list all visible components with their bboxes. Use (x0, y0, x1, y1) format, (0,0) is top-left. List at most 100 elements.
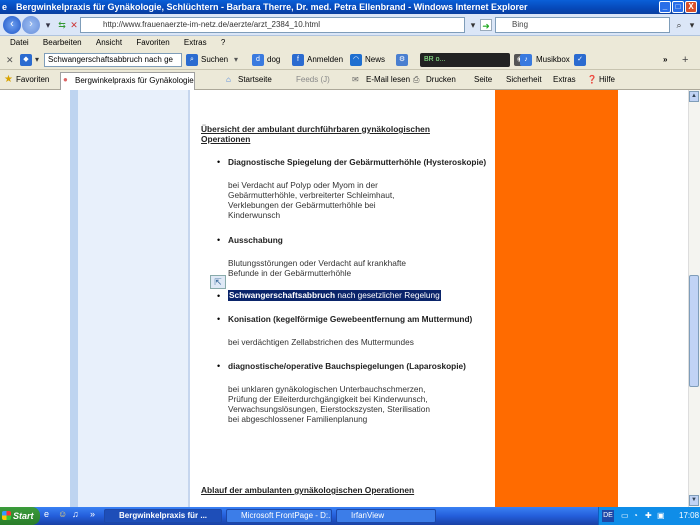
section-heading-line1: Übersicht der ambulant durchführbaren gy… (201, 124, 430, 134)
task-item-frontpage[interactable]: Microsoft FrontPage - D:... (226, 509, 332, 523)
task-item-ie-label: Bergwinkelpraxis für ... (119, 511, 208, 520)
search-toolbar: ✕ ◆ ▾ Schwangerschaftsabbruch nach ge ⌕ … (0, 50, 700, 70)
tray-sound-icon[interactable]: ◔ (633, 507, 638, 525)
anmelden-icon: f (292, 54, 304, 66)
news-button[interactable]: News (365, 50, 385, 70)
quicklaunch-media-icon[interactable]: ♫ (72, 509, 79, 519)
history-dropdown-icon[interactable]: ▾ (42, 19, 54, 31)
scrollbar-thumb[interactable] (689, 275, 699, 387)
suchen-dropdown-icon[interactable]: ▾ (234, 50, 238, 70)
back-button[interactable]: ‹ (3, 16, 21, 34)
toolbar-search-text: Schwangerschaftsabbruch nach ge (48, 55, 173, 64)
radio-player[interactable]: BR o... (420, 53, 510, 67)
favorites-button[interactable]: Favoriten (16, 70, 49, 90)
extra-toolbar-icon[interactable]: ✓ (574, 54, 586, 66)
musikbox-button[interactable]: Musikbox (536, 50, 570, 70)
startseite-button[interactable]: Startseite (238, 70, 272, 90)
item-laparoskopie-desc-1: bei unklaren gynäkologischen Unterbauchs… (228, 384, 426, 394)
settings-icon[interactable]: ⚙ (396, 54, 408, 66)
menu-item-help[interactable]: ? (221, 38, 225, 47)
menu-item-datei[interactable]: Datei (10, 38, 29, 47)
suchen-icon: ⌕ (186, 54, 198, 66)
menu-item-bearbeiten[interactable]: Bearbeiten (43, 38, 82, 47)
window-title-bar[interactable]: Bergwinkelpraxis für Gynäkologie, Schlüc… (0, 0, 700, 14)
sicherheit-button[interactable]: Sicherheit (506, 70, 542, 90)
menu-bar: Datei Bearbeiten Ansicht Favoriten Extra… (0, 36, 700, 50)
item-ausschabung-desc-1: Blutungsstörungen oder Verdacht auf kran… (228, 258, 407, 268)
stop-icon[interactable]: ✕ (68, 19, 80, 31)
compat-view-icon[interactable]: ⇆ (56, 19, 68, 31)
add-toolbar-icon[interactable]: + (682, 50, 688, 70)
feeds-button[interactable]: Feeds (J) (296, 70, 330, 90)
item-hysteroskopie-desc-4: Kinderwunsch (228, 210, 281, 220)
dog-button[interactable]: dog (267, 50, 280, 70)
bullet: • (217, 235, 221, 245)
system-tray: DE ▭ ◔ ✚ ▣ 17:08 (598, 507, 700, 525)
menu-item-favoriten[interactable]: Favoriten (136, 38, 169, 47)
search-placeholder: Bing (512, 20, 529, 29)
toolbar-logo-icon: ◆ (20, 54, 32, 66)
address-toolbar: ‹ › ▾ ⇆ ✕ http://www.frauenaerzte-im-net… (0, 14, 700, 36)
item-laparoskopie-desc-4: bei abgeschlossener Familienplanung (228, 414, 368, 424)
drucken-button[interactable]: Drucken (426, 70, 456, 90)
address-dropdown-icon[interactable]: ▾ (467, 19, 479, 31)
menu-item-extras[interactable]: Extras (184, 38, 207, 47)
accelerator-icon[interactable]: ⇱ (210, 275, 226, 289)
address-bar[interactable]: http://www.frauenaerzte-im-netz.de/aerzt… (80, 17, 465, 33)
left-decor-stripe (70, 90, 78, 507)
item-abbruch-title: Schwangerschaftsabbruch nach gesetzliche… (228, 290, 441, 301)
taskbar: Start e ☺ ♫ » Bergwinkelpraxis für ... M… (0, 507, 700, 525)
task-item-frontpage-label: Microsoft FrontPage - D:... (241, 511, 332, 520)
extras-button[interactable]: Extras (553, 70, 576, 90)
tray-monitor-icon[interactable]: ▣ (657, 507, 665, 525)
item-laparoskopie-title: diagnostische/operative Bauchspiegelunge… (228, 361, 466, 371)
quicklaunch-ie-icon[interactable]: e (44, 509, 49, 519)
go-icon[interactable]: ➜ (480, 19, 492, 31)
task-item-irfanview-label: IrfanView (351, 511, 385, 520)
email-button[interactable]: E-Mail lesen (366, 70, 410, 90)
toolbar-dropdown-icon[interactable]: ▾ (35, 50, 39, 70)
task-item-ie[interactable]: Bergwinkelpraxis für ... (104, 509, 222, 523)
toolbar-overflow-icon[interactable]: » (663, 50, 667, 70)
scroll-up-button[interactable]: ▲ (689, 91, 699, 102)
print-icon: ⎙ (413, 75, 420, 84)
item-ausschabung-desc-2: Befunde in der Gebärmutterhöhle (228, 268, 352, 278)
clock: 17:08 (679, 511, 700, 520)
minimize-button[interactable]: _ (659, 1, 671, 13)
bullet: • (217, 157, 221, 167)
section-heading-line2: Operationen (201, 134, 251, 144)
toolbar-search-input[interactable]: Schwangerschaftsabbruch nach ge (44, 53, 182, 67)
left-navigation-column (78, 90, 188, 507)
favorites-bar: ★ Favoriten Bergwinkelpraxis für Gynäkol… (0, 70, 700, 90)
item-laparoskopie-desc-3: Verwachsungslösungen, Eierstockszysten, … (228, 404, 430, 414)
anmelden-button[interactable]: Anmelden (307, 50, 343, 70)
bullet: • (217, 361, 221, 371)
tab-bergwinkelpraxis[interactable]: Bergwinkelpraxis für Gynäkologie... (60, 72, 195, 90)
item-konisation-desc-1: bei verdächtigen Zellabstrichen des Mutt… (228, 337, 414, 347)
hilfe-button[interactable]: Hilfe (599, 70, 615, 90)
search-options-icon[interactable]: ▾ (686, 19, 698, 31)
quicklaunch-explorer-icon[interactable]: ☺ (58, 509, 67, 519)
seite-button[interactable]: Seite (474, 70, 492, 90)
menu-item-ansicht[interactable]: Ansicht (96, 38, 122, 47)
task-item-irfanview[interactable]: IrfanView (336, 509, 436, 523)
tray-network-icon[interactable]: ▭ (621, 507, 629, 525)
windows-logo-icon (2, 511, 11, 520)
help-icon: ❓ (587, 75, 597, 84)
forward-button[interactable]: › (22, 16, 40, 34)
item-hysteroskopie-desc-2: Gebärmutterhöhle, verbreiterter Schleimh… (228, 190, 395, 200)
tab-label: Bergwinkelpraxis für Gynäkologie... (75, 76, 195, 85)
close-toolbar-icon[interactable]: ✕ (6, 50, 14, 70)
tray-security-icon[interactable]: ✚ (645, 507, 652, 525)
close-button[interactable]: X (685, 1, 697, 13)
maximize-button[interactable]: □ (672, 1, 684, 13)
language-indicator[interactable]: DE (602, 510, 614, 522)
search-icon[interactable]: ⌕ (673, 19, 685, 31)
quicklaunch-overflow-icon[interactable]: » (90, 509, 95, 519)
scroll-down-button[interactable]: ▼ (689, 495, 699, 506)
search-input[interactable]: Bing (495, 17, 670, 33)
mail-icon: ✉ (352, 75, 359, 84)
item-ausschabung-title: Ausschabung (228, 235, 283, 245)
favorites-star-icon: ★ (4, 74, 13, 85)
suchen-button[interactable]: Suchen (201, 50, 228, 70)
